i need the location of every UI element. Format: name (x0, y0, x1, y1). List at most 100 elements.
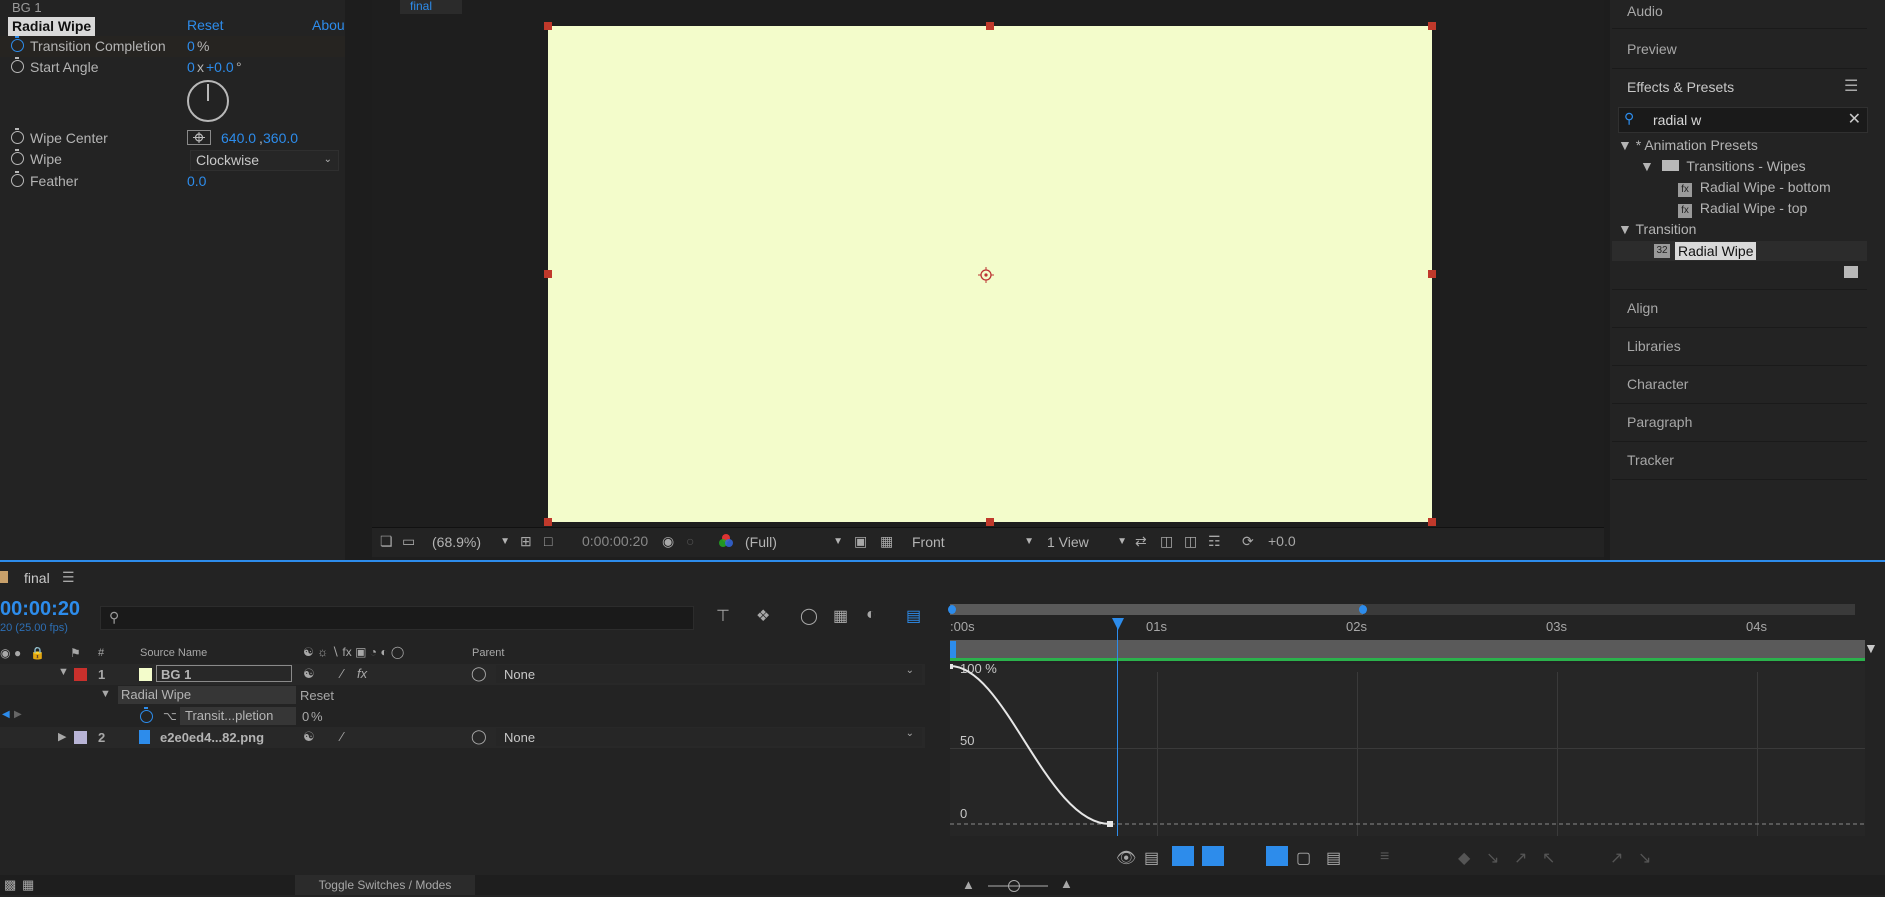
monitor-icon[interactable]: ▭ (402, 533, 415, 550)
fast-draft-icon[interactable]: ◫ (1160, 533, 1173, 550)
edit-keyframe-icon[interactable]: ≡ (1380, 848, 1389, 866)
auto-bezier-icon[interactable]: ↗ (1514, 848, 1527, 868)
layer-switches-icon[interactable]: ▩ (4, 877, 16, 893)
fit-all-icon[interactable]: ▢ (1296, 848, 1311, 868)
anchor-point-icon[interactable] (978, 267, 994, 283)
about-link[interactable]: Abou (312, 17, 345, 33)
keyframe-next-icon[interactable]: ▶ (14, 709, 22, 720)
character-panel-header[interactable]: Character (1627, 376, 1688, 392)
tree-transitions-wipes[interactable]: ▼ Transitions - Wipes (1640, 158, 1806, 174)
timeline-search-input[interactable]: ⚲ (100, 606, 694, 630)
label-icon[interactable]: ⚑ (70, 646, 81, 660)
viewer-tab[interactable]: final (400, 0, 462, 14)
safe-margins-icon[interactable]: ⊞ (520, 533, 532, 550)
align-panel-header[interactable]: Align (1627, 300, 1658, 316)
stopwatch-icon[interactable] (11, 128, 24, 144)
solo-icon[interactable]: ● (14, 646, 21, 660)
angle-revolutions[interactable]: 0 (187, 57, 195, 78)
separate-dimensions-icon[interactable]: ▤ (1326, 848, 1341, 868)
triangle-right-icon[interactable]: ▶ (58, 730, 66, 743)
panel-menu-icon[interactable]: ☰ (1844, 76, 1858, 96)
crosshair-icon[interactable] (187, 130, 211, 145)
transform-box-icon[interactable] (1172, 846, 1194, 866)
pickwhip-icon[interactable]: ◯ (471, 728, 487, 745)
graph-icon[interactable]: ⌥ (163, 709, 177, 723)
tracker-panel-header[interactable]: Tracker (1627, 452, 1674, 468)
stopwatch-icon[interactable] (11, 171, 24, 187)
layer-handle[interactable] (544, 22, 552, 30)
column-parent[interactable]: Parent (472, 647, 504, 659)
work-area-end-handle[interactable] (1359, 605, 1367, 614)
tree-radial-wipe-bottom[interactable]: fx Radial Wipe - bottom (1678, 179, 1831, 197)
angle-dial[interactable] (187, 80, 229, 122)
current-time[interactable]: 0:00:00:20 (582, 533, 648, 549)
quality-switch-icon[interactable]: ∕ (341, 666, 343, 681)
graph-type-icon[interactable]: ▤ (1144, 848, 1159, 868)
effect-switch-icon[interactable]: fx (357, 666, 367, 681)
parent-dropdown[interactable]: None ⌄ (496, 728, 922, 746)
fast-previews-icon[interactable]: ▣ (854, 533, 867, 550)
property-value[interactable]: 0 (302, 709, 309, 724)
eye-icon[interactable]: 👁 (1116, 848, 1136, 868)
show-snapshot-icon[interactable]: ○ (686, 533, 694, 549)
effect-reset-link[interactable]: Reset (300, 688, 334, 703)
always-preview-icon[interactable]: ❏ (380, 533, 393, 550)
wipe-center-x[interactable]: 640.0 (221, 128, 256, 149)
toggle-switches-modes-button[interactable]: Toggle Switches / Modes (295, 875, 475, 895)
lock-icon[interactable]: 🔒 (30, 646, 45, 660)
property-value[interactable]: 0 (187, 36, 195, 57)
audio-panel-header[interactable]: Audio (1627, 3, 1663, 19)
parent-dropdown[interactable]: None ⌄ (496, 665, 922, 683)
view-layout-dropdown[interactable]: 1 View ▼ (1047, 531, 1129, 553)
libraries-panel-header[interactable]: Libraries (1627, 338, 1681, 354)
keyframe-point[interactable] (1107, 821, 1113, 827)
stopwatch-icon[interactable] (140, 707, 153, 723)
keyframe-point[interactable] (950, 664, 953, 669)
zoom-in-icon[interactable]: ▲ (1060, 876, 1073, 891)
timeline-tab-label[interactable]: final (24, 570, 50, 586)
stopwatch-icon[interactable] (11, 149, 24, 165)
reset-link[interactable]: Reset (187, 17, 224, 33)
composition-mini-flowchart-icon[interactable]: ⊤ (716, 606, 730, 626)
draft-3d-icon[interactable]: ❖ (756, 606, 770, 626)
easy-ease-in-icon[interactable]: ↗ (1610, 848, 1623, 868)
channel-icon[interactable] (718, 533, 734, 549)
layer-row[interactable]: ▶ 2 e2e0ed4...82.png ☯ ∕ ◯ None ⌄ (0, 727, 925, 748)
graph-editor-icon[interactable]: ▤ (906, 606, 921, 626)
current-time-indicator[interactable] (1117, 618, 1118, 836)
layer-handle[interactable] (1428, 22, 1436, 30)
triangle-down-icon[interactable]: ▼ (58, 666, 69, 678)
effect-name[interactable]: Radial Wipe (8, 17, 96, 36)
work-area-start-handle[interactable] (948, 605, 956, 614)
layer-name[interactable]: e2e0ed4...82.png (160, 730, 264, 745)
flowchart-icon[interactable]: ☶ (1208, 533, 1221, 550)
timeline-current-time[interactable]: 00:00:20 (0, 598, 80, 621)
hold-icon[interactable]: ◆ (1458, 848, 1470, 868)
reset-exposure-icon[interactable]: ⟳ (1242, 533, 1254, 550)
layer-handle[interactable] (544, 270, 552, 278)
value-graph[interactable] (950, 664, 1865, 836)
zoom-out-icon[interactable]: ▲ (962, 877, 975, 892)
property-name[interactable]: Transit...pletion (180, 707, 296, 725)
preview-panel-header[interactable]: Preview (1627, 41, 1677, 57)
timeline-icon[interactable]: ◫ (1184, 533, 1197, 550)
shy-switch-icon[interactable]: ☯ (303, 666, 315, 682)
timeline-end-marker-icon[interactable]: ▼ (1864, 640, 1878, 656)
new-preset-icon[interactable] (1844, 266, 1858, 278)
in-point-handle[interactable] (950, 641, 956, 659)
tree-animation-presets[interactable]: ▼ * Animation Presets (1618, 137, 1758, 153)
view-dropdown[interactable]: Front ▼ (912, 531, 1036, 553)
paragraph-panel-header[interactable]: Paragraph (1627, 414, 1692, 430)
property-value[interactable]: 0.0 (187, 171, 206, 192)
frame-blending-icon[interactable]: ▦ (833, 606, 848, 626)
stopwatch-icon[interactable] (11, 36, 24, 52)
motion-blur-icon[interactable]: ◐ (866, 606, 876, 624)
tree-radial-wipe-effect[interactable]: 32 Radial Wipe (1612, 241, 1867, 261)
composition-canvas[interactable] (544, 22, 1436, 526)
tree-radial-wipe-top[interactable]: fx Radial Wipe - top (1678, 200, 1807, 218)
playhead-icon[interactable] (1112, 618, 1124, 630)
camera-icon[interactable]: ◉ (662, 533, 674, 550)
layer-duration-bar[interactable] (950, 640, 1865, 661)
stopwatch-icon[interactable] (11, 57, 24, 73)
quality-switch-icon[interactable]: ∕ (341, 729, 343, 744)
